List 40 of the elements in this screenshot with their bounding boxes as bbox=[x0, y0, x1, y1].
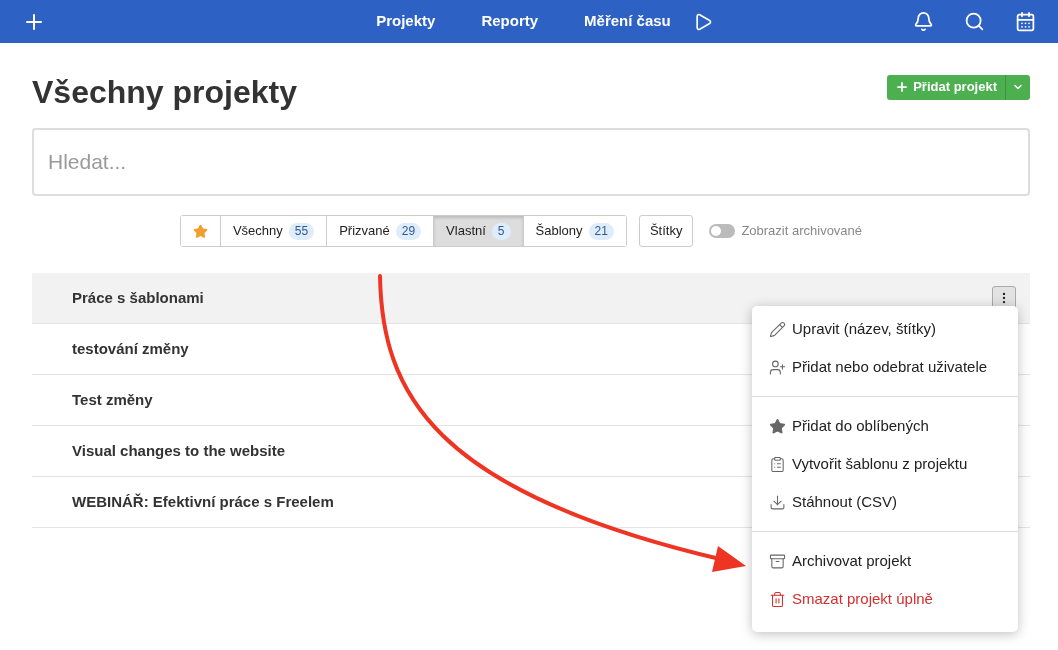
notification-icon[interactable] bbox=[913, 11, 934, 32]
menu-item-label: Přidat nebo odebrat uživatele bbox=[792, 356, 988, 377]
nav-link[interactable]: Reporty bbox=[481, 10, 539, 33]
search-icon[interactable] bbox=[964, 11, 985, 32]
toggle-label: Zobrazit archivované bbox=[741, 222, 863, 241]
project-name: WEBINÁŘ: Efektivní práce s Freelem bbox=[72, 491, 334, 512]
menu-item[interactable]: Archivovat projekt bbox=[752, 542, 1018, 580]
menu-item-label: Vytvořit šablonu z projektu bbox=[792, 453, 968, 474]
star-icon bbox=[192, 223, 208, 239]
page-title: Všechny projekty bbox=[32, 73, 297, 112]
project-name: Visual changes to the website bbox=[72, 440, 286, 461]
search-field[interactable]: Hledat... bbox=[32, 128, 1030, 196]
clipboard-icon bbox=[769, 455, 786, 473]
menu-item-label: Stáhnout (CSV) bbox=[792, 491, 898, 512]
toggle-switch[interactable] bbox=[709, 224, 736, 238]
project-row[interactable]: Práce s šablonami bbox=[32, 273, 1030, 324]
menu-item-label: Smazat projekt úplně bbox=[792, 588, 933, 609]
count-badge: 5 bbox=[491, 222, 511, 240]
nav-link[interactable]: Měření času bbox=[584, 10, 671, 33]
project-name: Test změny bbox=[72, 389, 153, 410]
star-icon bbox=[769, 417, 786, 435]
pencil-icon bbox=[769, 320, 786, 338]
menu-item[interactable]: Smazat projekt úplně bbox=[752, 580, 1018, 618]
trash-icon bbox=[769, 590, 786, 608]
count-badge: 21 bbox=[588, 222, 614, 240]
project-name: Práce s šablonami bbox=[72, 287, 204, 308]
nav-link[interactable]: Projekty bbox=[376, 10, 436, 33]
plus-icon bbox=[895, 80, 910, 94]
calendar-icon[interactable] bbox=[1015, 11, 1036, 32]
menu-item-label: Archivovat projekt bbox=[792, 550, 912, 571]
filter-tab[interactable]: Vlastní 5 bbox=[433, 216, 523, 246]
count-badge: 29 bbox=[395, 222, 422, 240]
filter-tab[interactable]: Šablony 21 bbox=[522, 216, 626, 246]
menu-item[interactable]: Stáhnout (CSV) bbox=[752, 483, 1018, 521]
project-name: testování změny bbox=[72, 338, 189, 359]
tags-button[interactable]: Štítky bbox=[638, 215, 694, 247]
download-icon bbox=[769, 493, 786, 511]
archive-icon bbox=[769, 552, 786, 570]
count-badge: 55 bbox=[288, 222, 315, 240]
add-user-icon bbox=[769, 358, 786, 376]
